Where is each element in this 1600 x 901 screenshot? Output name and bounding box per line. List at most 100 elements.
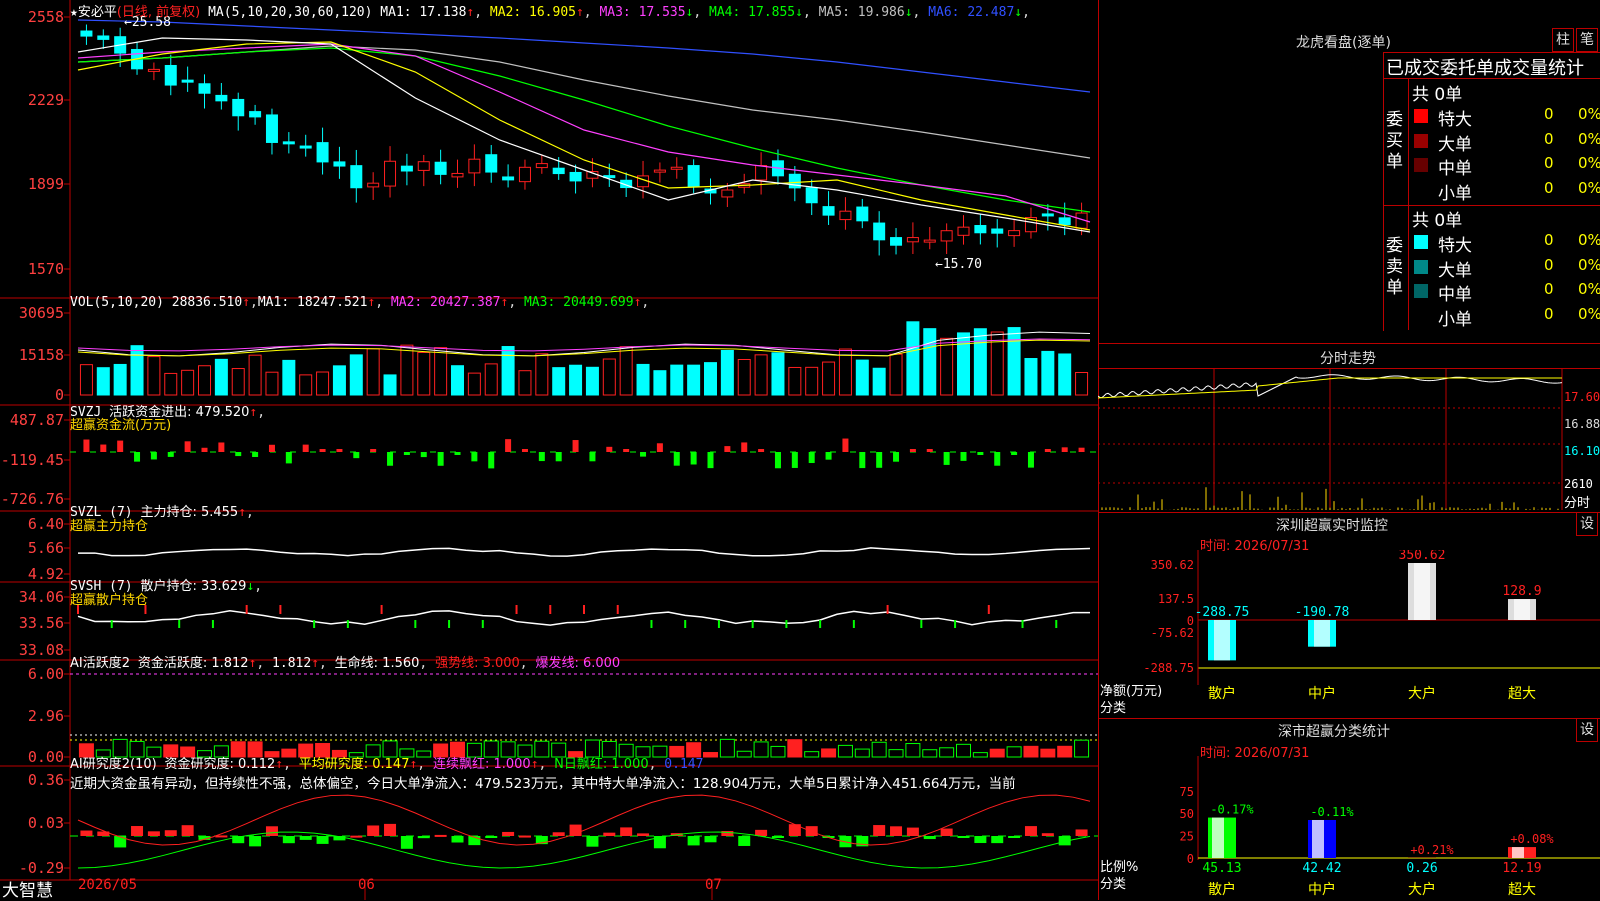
svzj-bar: [1045, 449, 1051, 452]
classify-title: 深市超赢分类统计: [1278, 721, 1390, 741]
svzj-bar: [1028, 452, 1034, 468]
research-bar: [991, 836, 1003, 843]
research-bar: [974, 836, 986, 843]
volume-bar: [249, 355, 261, 395]
volume-bar: [924, 329, 936, 395]
volume-bar: [806, 367, 818, 395]
classify-settings-button[interactable]: 设: [1576, 718, 1598, 742]
svsh-axis-label: 33.56: [19, 614, 64, 632]
classify-axis-label: 0: [1187, 852, 1194, 866]
brand-logo[interactable]: 大智慧: [2, 876, 53, 901]
candle: [891, 238, 902, 246]
ai-activity-bar: [838, 745, 852, 757]
monitor-bar-value: -190.78: [1295, 605, 1350, 620]
candle: [250, 112, 261, 117]
candle: [317, 143, 328, 162]
monitor-category: 大户: [1408, 685, 1436, 702]
volume-bar: [671, 365, 683, 395]
svzj-bar: [1079, 448, 1085, 452]
svzj-bar: [859, 452, 865, 468]
volume-bar: [603, 359, 615, 395]
volume-bar: [435, 348, 447, 395]
svzj-bar: [927, 449, 933, 452]
candle: [418, 162, 429, 171]
stroke-mode-button[interactable]: 笔: [1576, 28, 1598, 52]
ai-activity-bar: [754, 742, 768, 757]
candle: [401, 166, 412, 171]
volume-bar: [738, 360, 750, 395]
candle: [182, 80, 193, 82]
volume-bar: [772, 353, 784, 395]
svzj-bar: [573, 440, 579, 452]
svsh-axis-label: 33.08: [19, 641, 64, 659]
monitor-settings-button[interactable]: 设: [1576, 512, 1598, 536]
svzj-bar: [471, 452, 477, 461]
ma-arrow: ↑: [576, 5, 584, 20]
stock-name[interactable]: 安必平: [78, 5, 117, 20]
monitor-category: 中户: [1308, 685, 1336, 702]
svzj-bar: [708, 452, 714, 468]
lhb-sell-row-value: 0: [1544, 280, 1554, 304]
research-bar: [924, 836, 936, 839]
column-mode-button[interactable]: 柱: [1552, 28, 1574, 52]
svzj-bar: [83, 440, 89, 452]
volume-bar: [502, 347, 514, 395]
ai2-axis-label: -0.29: [19, 859, 64, 877]
period-mode[interactable]: (日线, 前复权): [117, 5, 200, 20]
svzl-axis-label: 6.40: [28, 515, 64, 533]
svzj-bar: [151, 452, 157, 459]
candle: [503, 177, 514, 180]
volume-bar: [97, 368, 109, 395]
svzj-bar: [488, 452, 494, 468]
lhb-sell-swatch: [1414, 260, 1428, 274]
research-bar: [502, 832, 514, 836]
lhb-sell-row-pct: 0%: [1578, 305, 1600, 329]
candle: [941, 231, 952, 241]
ai-activity-bar: [889, 750, 903, 757]
vol-axis-label: 30695: [19, 304, 64, 322]
svzj-axis-label: 487.87: [10, 411, 64, 429]
classify-value-label: 45.13: [1202, 861, 1241, 876]
svzj-axis-label: -726.76: [1, 490, 64, 508]
candle: [553, 168, 564, 173]
sell-side-label: 委卖单: [1386, 236, 1406, 299]
research-bar: [249, 836, 261, 846]
candle: [924, 240, 935, 242]
intraday-chart[interactable]: [1098, 368, 1600, 510]
svzj-bar: [657, 443, 663, 452]
candle: [435, 162, 446, 174]
monitor-axis-label: 350.62: [1151, 558, 1194, 572]
candle: [81, 31, 92, 36]
svzj-bar: [336, 449, 342, 452]
lhb-sell-swatch: [1414, 284, 1428, 298]
research-bar: [1076, 829, 1088, 836]
candle: [975, 226, 986, 233]
svsh-axis-label: 34.06: [19, 588, 64, 606]
vol-ma-arrow: ↑: [634, 295, 642, 310]
svzj-bar: [286, 452, 292, 463]
vol-header: VOL(5,10,20) 28836.510↑,MA1: 18247.521↑,…: [70, 295, 649, 310]
research-bar: [755, 830, 767, 836]
volume-bar: [148, 357, 160, 395]
lhb-buy-row-pct: 0%: [1578, 105, 1600, 129]
lhb-buy-swatch: [1414, 134, 1428, 148]
svzj-bar: [556, 452, 562, 461]
svzj-bar: [910, 449, 916, 452]
star-icon: ★: [70, 5, 78, 20]
intraday-axis-high: 17.60: [1564, 390, 1600, 404]
ai-activity-bar: [990, 749, 1004, 757]
svzj-bar: [589, 452, 595, 461]
research-bar: [317, 836, 329, 844]
research-bar: [367, 825, 379, 836]
lhb-sell-row-pct: 0%: [1578, 280, 1600, 304]
svzj-bar: [185, 441, 191, 452]
svzj-bar: [876, 452, 882, 468]
lhb-buy-swatch: [1414, 109, 1428, 123]
volume-bar: [333, 366, 345, 395]
research-bar: [603, 833, 615, 836]
classify-bar-shine: [1312, 820, 1324, 858]
intraday-title: 分时走势: [1320, 348, 1376, 368]
classify-value-label: 42.42: [1302, 861, 1341, 876]
ai2-axis-label: 0.03: [28, 814, 64, 832]
candle: [688, 166, 699, 187]
